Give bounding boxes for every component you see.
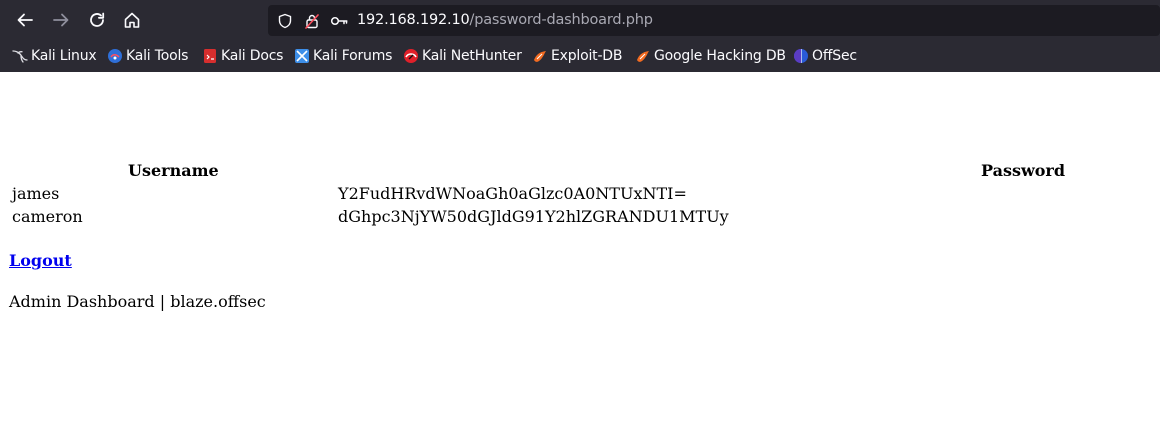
reload-icon [90, 12, 105, 27]
kali-forums-icon [294, 48, 310, 64]
logout-link[interactable]: Logout [9, 251, 72, 271]
back-button[interactable] [13, 8, 37, 32]
arrow-right-icon [53, 13, 69, 27]
forward-button[interactable] [49, 8, 73, 32]
footer-text: Admin Dashboard | blaze.offsec [9, 292, 266, 311]
bookmark-label: Kali Linux [31, 48, 97, 64]
kali-docs-icon [202, 48, 218, 64]
shield-icon[interactable] [276, 12, 294, 30]
bookmark-label: Kali NetHunter [422, 48, 522, 64]
home-button[interactable] [120, 8, 144, 32]
url-host: 192.168.192.10 [357, 12, 470, 28]
bookmark-label: Google Hacking DB [654, 48, 786, 64]
key-icon[interactable] [330, 12, 348, 30]
bookmark-kali-docs[interactable]: Kali Docs [202, 44, 283, 68]
password-cell: dGhpc3NjYW50dGJldG91Y2hlZGRANDU1MTUy [338, 207, 729, 226]
bookmark-label: Kali Tools [126, 48, 189, 64]
bookmark-offsec[interactable]: OffSec [793, 44, 857, 68]
page-content: Username Password james Y2FudHRvdWNoaGh0… [0, 72, 1160, 431]
bookmark-kali-nethunter[interactable]: Kali NetHunter [403, 44, 522, 68]
offsec-icon [793, 48, 809, 64]
arrow-left-icon [17, 13, 33, 27]
address-bar[interactable]: 192.168.192.10/password-dashboard.php [268, 5, 1160, 36]
username-cell: cameron [12, 207, 83, 226]
bookmark-label: Kali Forums [313, 48, 393, 64]
navigation-toolbar: 192.168.192.10/password-dashboard.php [0, 0, 1160, 40]
password-cell: Y2FudHRvdWNoaGh0aGlzc0A0NTUxNTI= [338, 184, 687, 203]
google-hacking-db-icon [635, 48, 651, 64]
reload-button[interactable] [85, 8, 109, 32]
bookmark-google-hacking-db[interactable]: Google Hacking DB [635, 44, 786, 68]
bookmark-label: OffSec [812, 48, 857, 64]
username-column-header: Username [128, 161, 219, 180]
bookmarks-toolbar: Kali Linux Kali Tools Kali Docs Kali For… [0, 40, 1160, 72]
bookmark-label: Kali Docs [221, 48, 284, 64]
kali-dragon-icon [12, 48, 28, 64]
browser-chrome: 192.168.192.10/password-dashboard.php Ka… [0, 0, 1160, 72]
kali-tools-icon [107, 48, 123, 64]
bookmark-label: Exploit-DB [551, 48, 623, 64]
bookmark-kali-tools[interactable]: Kali Tools [107, 44, 188, 68]
username-cell: james [12, 184, 60, 203]
url-text[interactable]: 192.168.192.10/password-dashboard.php [357, 5, 653, 36]
bookmark-kali-linux[interactable]: Kali Linux [12, 44, 97, 68]
password-column-header: Password [981, 161, 1066, 180]
exploit-db-icon [532, 48, 548, 64]
home-icon [124, 12, 140, 28]
url-path: /password-dashboard.php [469, 12, 653, 28]
insecure-lock-icon[interactable] [303, 12, 321, 30]
bookmark-exploit-db[interactable]: Exploit-DB [532, 44, 622, 68]
kali-nethunter-icon [403, 48, 419, 64]
bookmark-kali-forums[interactable]: Kali Forums [294, 44, 392, 68]
